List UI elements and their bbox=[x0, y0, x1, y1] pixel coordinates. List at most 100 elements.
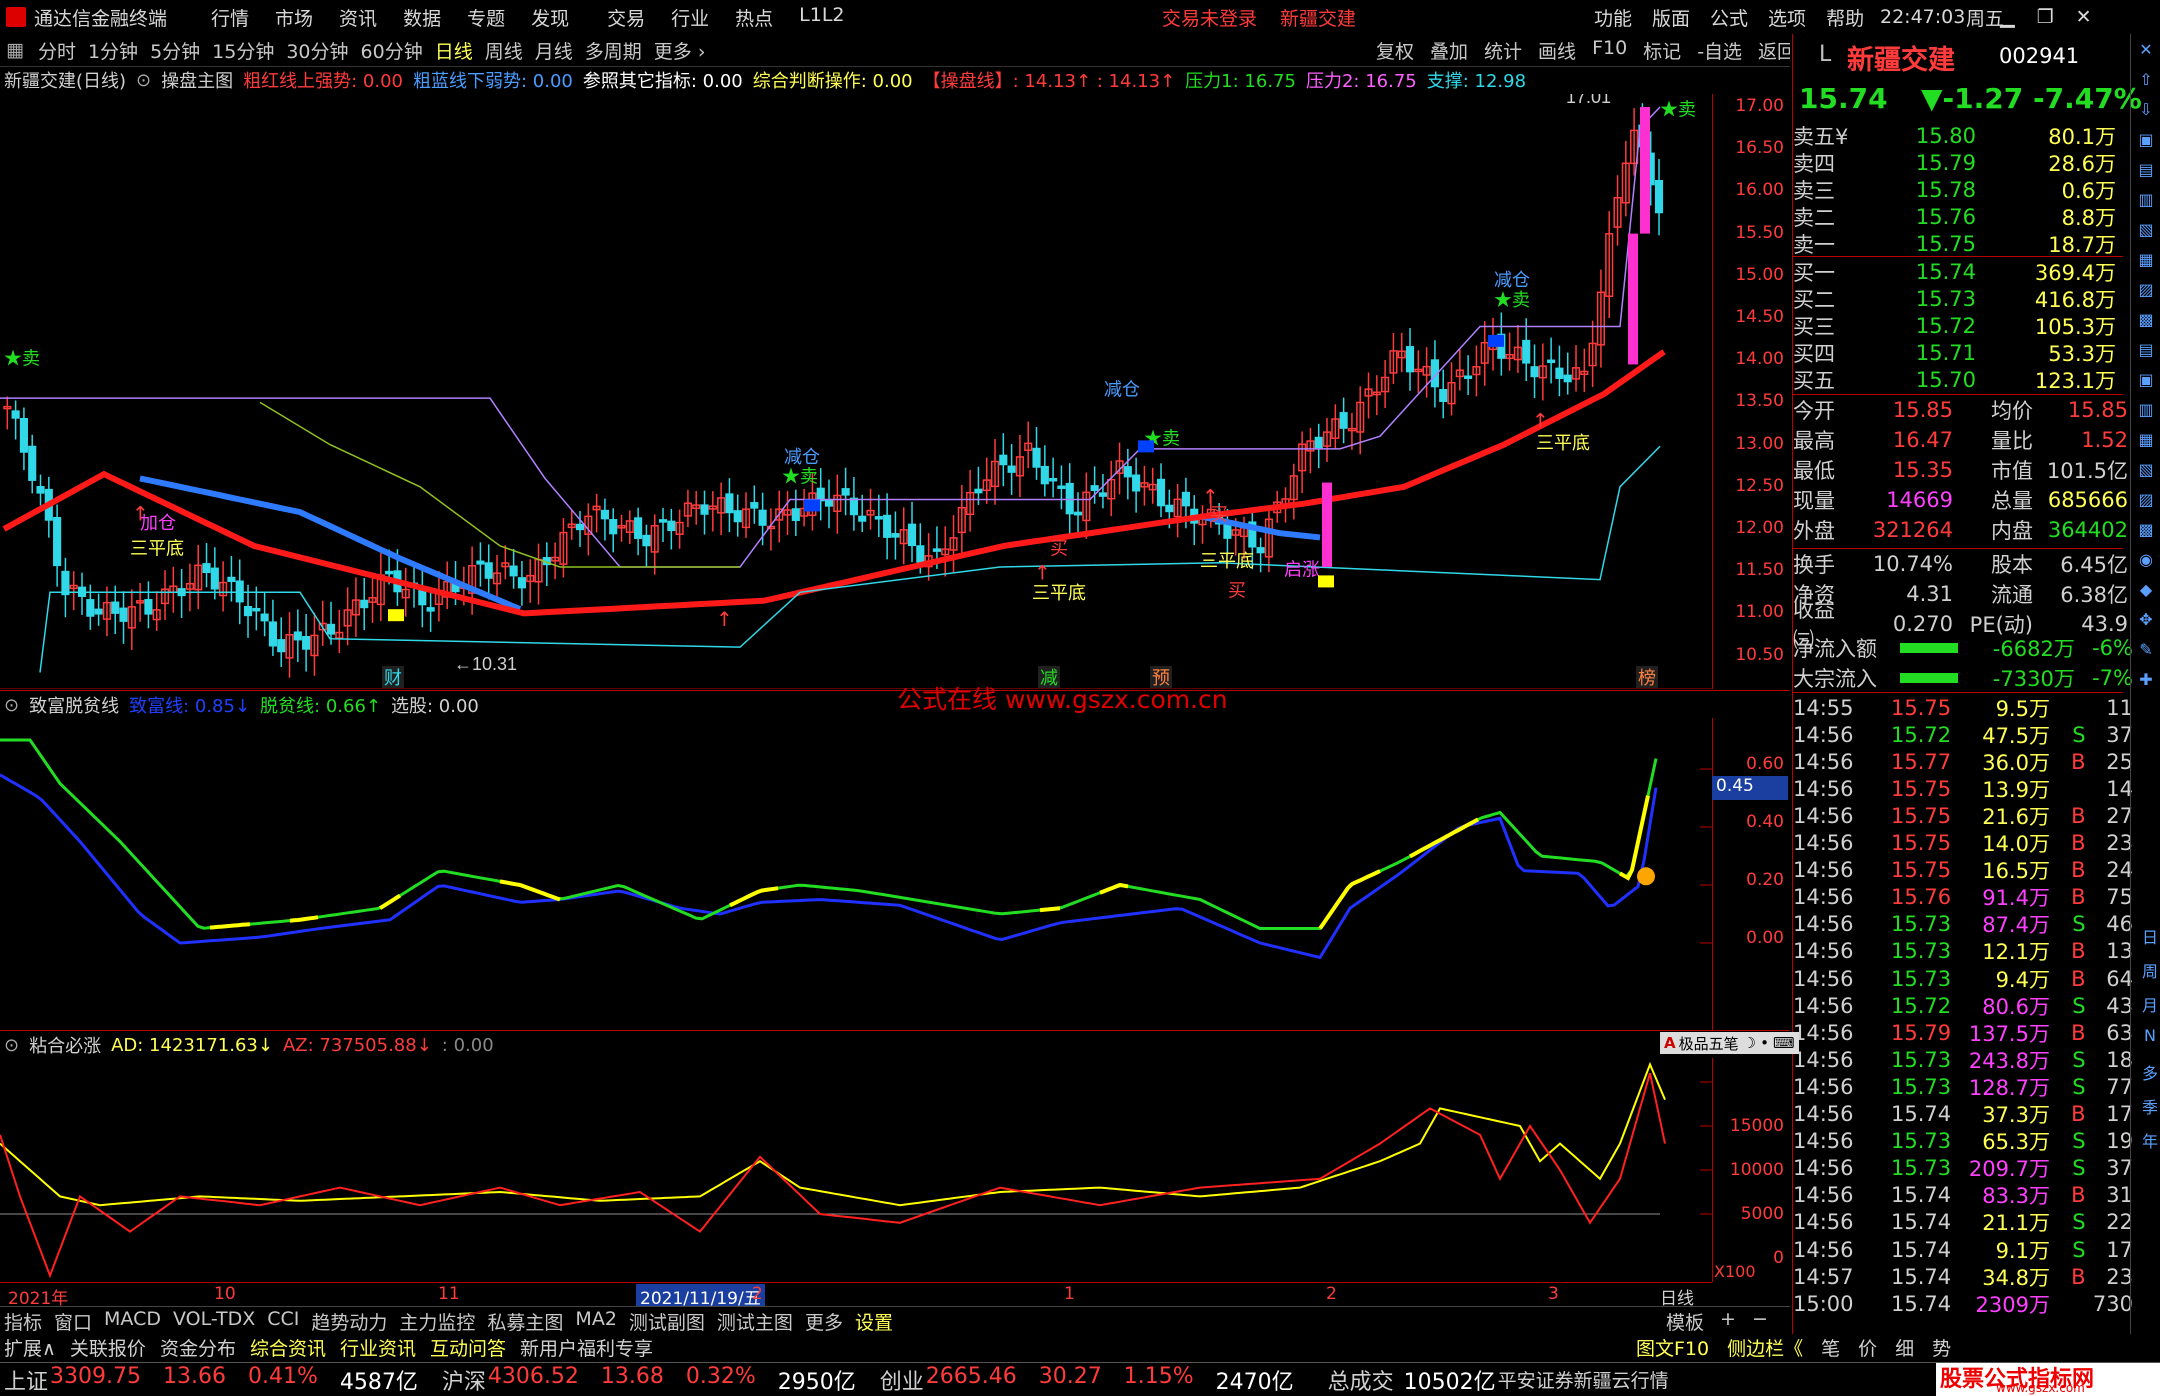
side-list-icon[interactable]: ▧ bbox=[2135, 220, 2157, 242]
bid-row[interactable]: 买二 15.73 416.8万 bbox=[1793, 285, 2133, 312]
template-button-0[interactable]: 模板 bbox=[1666, 1308, 1704, 1335]
bid-row[interactable]: 买四 15.71 53.3万 bbox=[1793, 339, 2133, 366]
side-period-1[interactable]: 周 bbox=[2139, 958, 2160, 981]
menu-item-6[interactable]: 交易 bbox=[607, 4, 645, 31]
side-f5-icon[interactable]: ▨ bbox=[2135, 490, 2157, 512]
panel2-dropdown-icon[interactable]: ⊙ bbox=[4, 695, 19, 716]
template-button-2[interactable]: − bbox=[1752, 1308, 1768, 1335]
period-tab-1[interactable]: 1分钟 bbox=[88, 37, 138, 64]
indicator-tab-12[interactable]: 设置 bbox=[855, 1308, 893, 1335]
side-news-icon[interactable]: ▤ bbox=[2135, 340, 2157, 362]
ask-row[interactable]: 卖五¥ 15.80 80.1万 bbox=[1793, 122, 2133, 149]
info-tab-5[interactable]: 互动问答 bbox=[430, 1334, 506, 1360]
info-right-2[interactable]: 笔 bbox=[1821, 1334, 1840, 1360]
menu-item-3[interactable]: 数据 bbox=[403, 4, 441, 31]
indicator-tab-1[interactable]: 窗口 bbox=[54, 1308, 92, 1335]
side-pen-icon[interactable]: ✎ bbox=[2135, 640, 2157, 662]
side-period-4[interactable]: 多 bbox=[2139, 1060, 2160, 1083]
side-f3-icon[interactable]: ▦ bbox=[2135, 430, 2157, 452]
panel2-chart[interactable] bbox=[0, 718, 1713, 1030]
indicator-tab-5[interactable]: 趋势动力 bbox=[311, 1308, 387, 1335]
info-tab-2[interactable]: 资金分布 bbox=[160, 1334, 236, 1360]
info-right-5[interactable]: 势 bbox=[1932, 1334, 1951, 1360]
info-tab-3[interactable]: 综合资讯 bbox=[250, 1334, 326, 1360]
indicator-tab-10[interactable]: 测试主图 bbox=[717, 1308, 793, 1335]
period-tab-5[interactable]: 60分钟 bbox=[361, 37, 423, 64]
panel3-chart[interactable] bbox=[0, 1058, 1713, 1282]
side-grid-icon[interactable]: ▦ bbox=[2135, 250, 2157, 272]
ime-moon-icon[interactable]: ☽ bbox=[1743, 1034, 1756, 1052]
side-f10-icon[interactable]: ▣ bbox=[2135, 370, 2157, 392]
info-right-4[interactable]: 细 bbox=[1895, 1334, 1914, 1360]
side-period-0[interactable]: 日 bbox=[2139, 924, 2160, 947]
toolbar-grid-icon[interactable]: ▦ bbox=[6, 39, 24, 61]
tool-button-7[interactable]: 返回 bbox=[1758, 37, 1790, 64]
side-period-5[interactable]: 季 bbox=[2139, 1094, 2160, 1117]
main-chart-panel[interactable]: 17.01 ←10.31 三平底 三平底 三平底 三平底 减仓 减仓 减仓 加仓 ★卖 ★卖 ★卖 ★卖 ★… bbox=[0, 87, 1713, 690]
period-tab-7[interactable]: 周线 bbox=[485, 37, 523, 64]
tool-button-1[interactable]: 叠加 bbox=[1430, 37, 1468, 64]
menu-item-1[interactable]: 市场 bbox=[275, 4, 313, 31]
info-tab-6[interactable]: 新用户福利专享 bbox=[520, 1334, 653, 1360]
info-right-0[interactable]: 图文F10 bbox=[1636, 1334, 1709, 1360]
index-name[interactable]: 创业 bbox=[880, 1364, 924, 1396]
side-rss-icon[interactable]: ◉ bbox=[2135, 550, 2157, 572]
ime-dot-icon[interactable]: • bbox=[1760, 1034, 1769, 1052]
panel3-dropdown-icon[interactable]: ⊙ bbox=[4, 1035, 19, 1056]
side-window-icon[interactable]: ▣ bbox=[2135, 130, 2157, 152]
side-doc-icon[interactable]: ▩ bbox=[2135, 310, 2157, 332]
indicator-dropdown-icon[interactable]: ⊙ bbox=[136, 70, 151, 91]
indicator-tab-8[interactable]: MA2 bbox=[575, 1308, 616, 1335]
menu-item-0[interactable]: 行情 bbox=[211, 4, 249, 31]
menu-item-8[interactable]: 热点 bbox=[735, 4, 773, 31]
tool-button-6[interactable]: -自选 bbox=[1697, 37, 1742, 64]
side-f2-icon[interactable]: ▥ bbox=[2135, 400, 2157, 422]
side-add-icon[interactable]: ✚ bbox=[2135, 670, 2157, 692]
indicator-tab-0[interactable]: 指标 bbox=[4, 1308, 42, 1335]
indicator-tab-9[interactable]: 测试副图 bbox=[629, 1308, 705, 1335]
index-name[interactable]: 上证 bbox=[4, 1364, 48, 1396]
tool-button-3[interactable]: 画线 bbox=[1538, 37, 1576, 64]
tool-button-0[interactable]: 复权 bbox=[1376, 37, 1414, 64]
side-f4-icon[interactable]: ▧ bbox=[2135, 460, 2157, 482]
info-right-1[interactable]: 侧边栏《 bbox=[1727, 1334, 1803, 1360]
right-menu-item-1[interactable]: 版面 bbox=[1652, 4, 1690, 31]
index-name[interactable]: 沪深 bbox=[442, 1364, 486, 1396]
period-tab-0[interactable]: 分时 bbox=[38, 37, 76, 64]
ask-row[interactable]: 卖一 15.75 18.7万 bbox=[1793, 230, 2133, 257]
period-tab-6[interactable]: 日线 bbox=[435, 37, 473, 64]
restore-window-icon[interactable]: ❐ bbox=[2037, 6, 2054, 28]
period-tab-2[interactable]: 5分钟 bbox=[150, 37, 200, 64]
indicator-tab-3[interactable]: VOL-TDX bbox=[173, 1308, 255, 1335]
side-chart-icon[interactable]: ▥ bbox=[2135, 190, 2157, 212]
menu-item-4[interactable]: 专题 bbox=[467, 4, 505, 31]
menu-item-2[interactable]: 资讯 bbox=[339, 4, 377, 31]
side-trend-icon[interactable]: ▨ bbox=[2135, 280, 2157, 302]
right-menu-item-2[interactable]: 公式 bbox=[1710, 4, 1748, 31]
period-tab-3[interactable]: 15分钟 bbox=[212, 37, 274, 64]
ime-keyboard-icon[interactable]: ⌨ bbox=[1773, 1034, 1795, 1052]
side-down-icon[interactable]: ⇩ bbox=[2135, 100, 2157, 122]
login-status[interactable]: 交易未登录 bbox=[1162, 4, 1257, 31]
info-tab-0[interactable]: 扩展∧ bbox=[4, 1334, 56, 1360]
template-button-1[interactable]: + bbox=[1720, 1308, 1736, 1335]
ask-row[interactable]: 卖三 15.78 0.6万 bbox=[1793, 176, 2133, 203]
right-menu-item-0[interactable]: 功能 bbox=[1594, 4, 1632, 31]
ime-toolbar[interactable]: A 极品五笔 ☽ • ⌨ bbox=[1660, 1032, 1799, 1054]
minimize-window-icon[interactable]: ▁ bbox=[2000, 6, 2015, 28]
side-period-6[interactable]: 年 bbox=[2139, 1128, 2160, 1151]
indicator-tab-2[interactable]: MACD bbox=[104, 1308, 161, 1335]
side-up-icon[interactable]: ⇧ bbox=[2135, 70, 2157, 92]
info-tab-4[interactable]: 行业资讯 bbox=[340, 1334, 416, 1360]
info-tab-1[interactable]: 关联报价 bbox=[70, 1334, 146, 1360]
bid-row[interactable]: 买一 15.74 369.4万 bbox=[1793, 258, 2133, 285]
main-indicator-name[interactable]: 操盘主图 bbox=[161, 67, 233, 93]
right-menu-item-4[interactable]: 帮助 bbox=[1826, 4, 1864, 31]
bid-row[interactable]: 买五 15.70 123.1万 bbox=[1793, 366, 2133, 393]
indicator-tab-6[interactable]: 主力监控 bbox=[399, 1308, 475, 1335]
candlestick-chart[interactable]: 17.01←10.31三平底三平底三平底三平底减仓减仓减仓加仓★卖★卖★卖★卖★… bbox=[0, 87, 1712, 690]
panel2-indicator-name[interactable]: 致富脱贫线 bbox=[29, 692, 119, 718]
ask-row[interactable]: 卖二 15.76 8.8万 bbox=[1793, 203, 2133, 230]
indicator-tab-7[interactable]: 私募主图 bbox=[487, 1308, 563, 1335]
tool-button-2[interactable]: 统计 bbox=[1484, 37, 1522, 64]
